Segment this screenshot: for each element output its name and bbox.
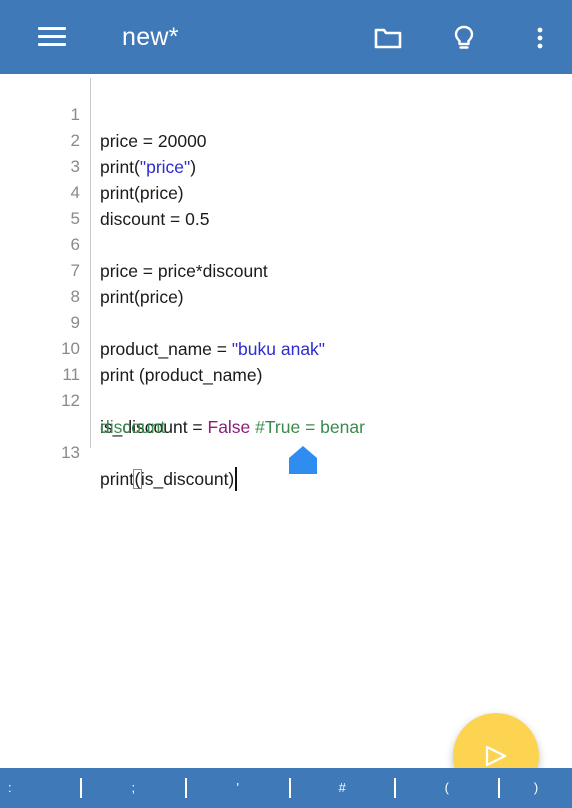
cursor-handle-icon[interactable] [287,444,319,476]
play-icon [485,745,507,767]
code-line: 13 print(is_discount) [0,414,572,491]
editor-screen: new* 1 price = 20000 2 print("price") 3 … [0,0,572,808]
code-line-wrap: discount [0,388,572,437]
code-line: 11 [0,336,572,384]
symbol-key[interactable]: ; [82,768,185,808]
symbol-key[interactable]: ) [500,768,572,808]
symbol-key[interactable]: ' [187,768,290,808]
code-line: 1 price = 20000 [0,76,572,151]
symbol-bar: : ; ' # ( ) [0,768,572,808]
code-line: 12 is_discount = False #True = benar [0,362,572,437]
file-title: new* [122,23,179,51]
app-bar: new* [0,0,572,74]
code-line: 10 print (product_name) [0,310,572,385]
code-editor[interactable]: 1 price = 20000 2 print("price") 3 print… [0,74,572,768]
symbol-key[interactable]: # [291,768,394,808]
code-line: 9 product_name = "buku anak" [0,284,572,359]
code-line: 5 [0,180,572,228]
code-line: 3 print(price) [0,128,572,203]
code-line: 8 [0,258,572,306]
folder-icon[interactable] [370,20,406,56]
line-number: 13 [61,443,80,462]
text-cursor [235,467,238,491]
code-line: 7 print(price) [0,232,572,307]
code-line: 4 discount = 0.5 [0,154,572,229]
more-vert-icon[interactable] [522,20,558,56]
symbol-key[interactable]: ( [396,768,499,808]
code-line: 6 price = price*discount [0,206,572,281]
code-token: print [100,469,135,489]
code-token: is_discount) [140,469,235,489]
menu-icon[interactable] [34,24,70,50]
symbol-key[interactable]: : [0,768,80,808]
lightbulb-icon[interactable] [446,20,482,56]
code-line: 2 print("price") [0,102,572,177]
code-text: print(is_discount) [100,466,238,492]
